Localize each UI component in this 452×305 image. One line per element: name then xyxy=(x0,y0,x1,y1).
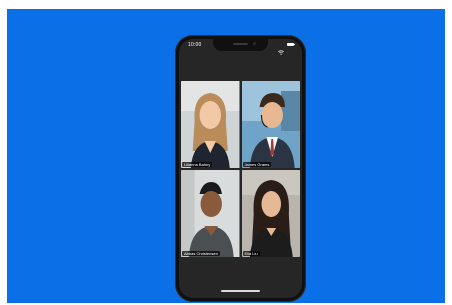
phone-screen: 10:00 Lilianna Bahny James Grams Abbas C… xyxy=(179,39,302,298)
video-tile[interactable]: Abbas Christensen xyxy=(181,170,240,257)
phone-notch xyxy=(213,39,268,51)
participant-video xyxy=(241,81,300,168)
battery-icon xyxy=(287,43,295,46)
video-tile[interactable]: Lilianna Bahny xyxy=(181,81,240,168)
front-camera xyxy=(253,42,256,45)
wifi-icon xyxy=(278,42,284,55)
video-grid: Lilianna Bahny James Grams Abbas Christe… xyxy=(181,81,300,257)
blue-background: 10:00 Lilianna Bahny James Grams Abbas C… xyxy=(7,9,445,303)
participant-video xyxy=(181,170,240,257)
participant-name-tag: Lilianna Bahny xyxy=(182,162,213,167)
participant-name-tag: James Grams xyxy=(242,162,272,167)
participant-video xyxy=(181,81,240,168)
status-icons xyxy=(278,42,295,55)
status-time: 10:00 xyxy=(188,42,202,48)
home-indicator[interactable] xyxy=(221,290,260,292)
participant-name-tag: Ella Liu xyxy=(242,251,260,256)
participant-video xyxy=(241,170,300,257)
video-tile-active-speaker[interactable]: James Grams xyxy=(241,81,300,168)
speaker-grille xyxy=(233,43,248,45)
video-tile[interactable]: Ella Liu xyxy=(241,170,300,257)
phone-mockup: 10:00 Lilianna Bahny James Grams Abbas C… xyxy=(175,35,306,302)
participant-name-tag: Abbas Christensen xyxy=(182,251,220,256)
